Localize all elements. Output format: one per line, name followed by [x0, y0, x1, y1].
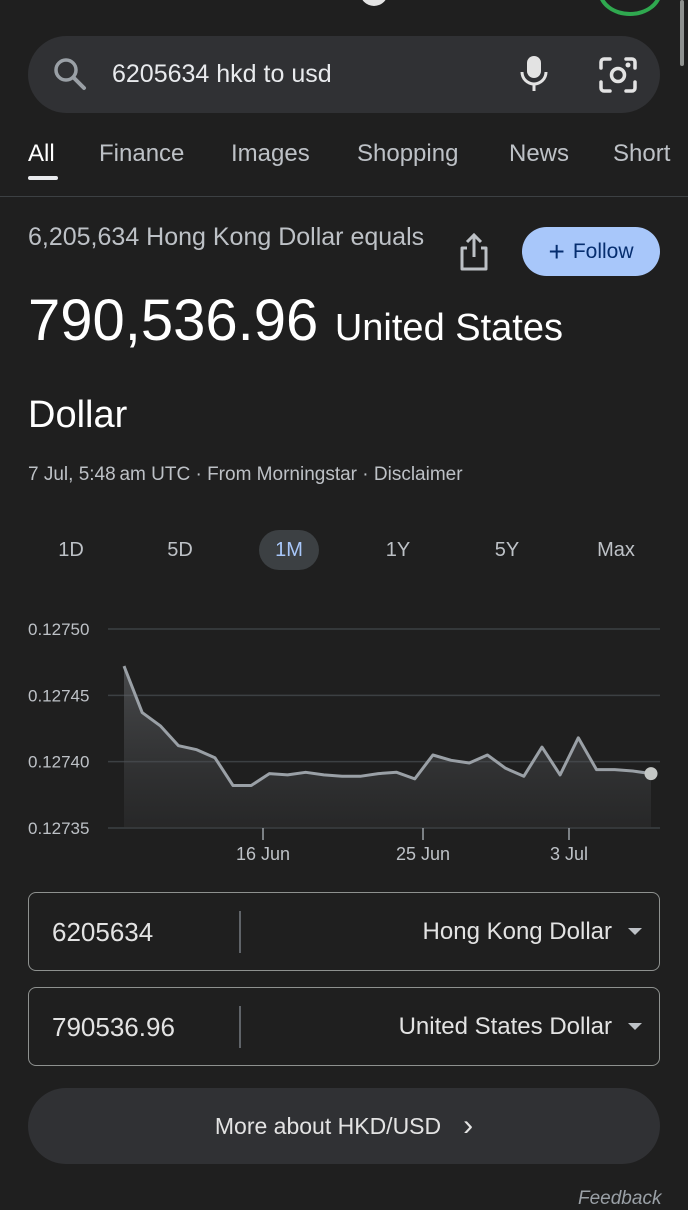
from-currency-select[interactable]: Hong Kong Dollar: [423, 916, 612, 948]
converter-from-row: 6205634 Hong Kong Dollar: [28, 892, 660, 971]
range-1d[interactable]: 1D: [41, 530, 101, 570]
exchange-rate-chart[interactable]: 0.12750 0.12745 0.12740 0.12735 16 Jun 25 Jun…: [0, 600, 688, 880]
scrollbar[interactable]: [680, 0, 684, 66]
feedback-link[interactable]: Feedback: [578, 1188, 661, 1210]
tabs-divider: [0, 196, 688, 197]
follow-button[interactable]: + Follow: [522, 227, 660, 276]
microphone-icon[interactable]: [518, 54, 550, 94]
chevron-right-icon: ›: [463, 1109, 474, 1142]
to-currency-select[interactable]: United States Dollar: [399, 1011, 612, 1043]
x-axis-tick-label: 16 Jun: [236, 844, 290, 864]
tab-all[interactable]: All: [28, 140, 55, 168]
search-input[interactable]: 6205634 hkd to usd: [112, 56, 332, 92]
tab-images[interactable]: Images: [231, 140, 310, 168]
chart-end-point: [644, 767, 658, 781]
tab-short-videos[interactable]: Short: [613, 140, 670, 168]
share-icon[interactable]: [456, 232, 492, 272]
y-axis-tick-label: 0.12745: [28, 686, 89, 705]
dropdown-arrow-icon[interactable]: [628, 1023, 642, 1030]
chart-area-fill: [124, 666, 651, 828]
result-amount: 790,536.96: [28, 288, 319, 353]
tab-finance[interactable]: Finance: [99, 140, 184, 168]
converter-divider: [239, 1006, 241, 1048]
plus-icon: +: [548, 235, 565, 267]
more-about-button[interactable]: More about HKD/USD ›: [28, 1088, 660, 1164]
x-axis-tick-label: 3 Jul: [550, 844, 588, 864]
y-axis-tick-label: 0.12750: [28, 620, 89, 639]
range-1y[interactable]: 1Y: [368, 530, 428, 570]
avatar-ring[interactable]: [598, 0, 662, 16]
follow-label: Follow: [572, 239, 634, 263]
dropdown-arrow-icon[interactable]: [628, 928, 642, 935]
more-about-label: More about HKD/USD: [214, 1112, 442, 1139]
to-amount-input[interactable]: 790536.96: [52, 1011, 175, 1043]
camera-lens-icon[interactable]: [598, 56, 638, 94]
converter-divider: [239, 911, 241, 953]
result-currency-line2: Dollar: [28, 394, 128, 436]
search-icon[interactable]: [52, 56, 88, 92]
source-timestamp[interactable]: 7 Jul, 5:48 am UTC · From Morningstar · …: [28, 462, 463, 488]
result-currency: United States: [334, 307, 563, 349]
tab-shopping[interactable]: Shopping: [357, 140, 458, 168]
from-amount-input[interactable]: 6205634: [52, 916, 153, 948]
y-axis-tick-label: 0.12735: [28, 819, 89, 838]
range-max[interactable]: Max: [586, 530, 646, 570]
converter-to-row: 790536.96 United States Dollar: [28, 987, 660, 1066]
tab-news[interactable]: News: [509, 140, 569, 168]
conversion-result: 790,536.96 United States: [28, 288, 563, 361]
active-tab-indicator: [28, 176, 58, 180]
range-1m[interactable]: 1M: [259, 530, 319, 570]
from-amount-text: 6,205,634 Hong Kong Dollar equals: [28, 223, 425, 251]
google-logo: [360, 0, 388, 6]
range-5d[interactable]: 5D: [150, 530, 210, 570]
y-axis-tick-label: 0.12740: [28, 753, 89, 772]
range-5y[interactable]: 5Y: [477, 530, 537, 570]
x-axis-tick-label: 25 Jun: [396, 844, 450, 864]
